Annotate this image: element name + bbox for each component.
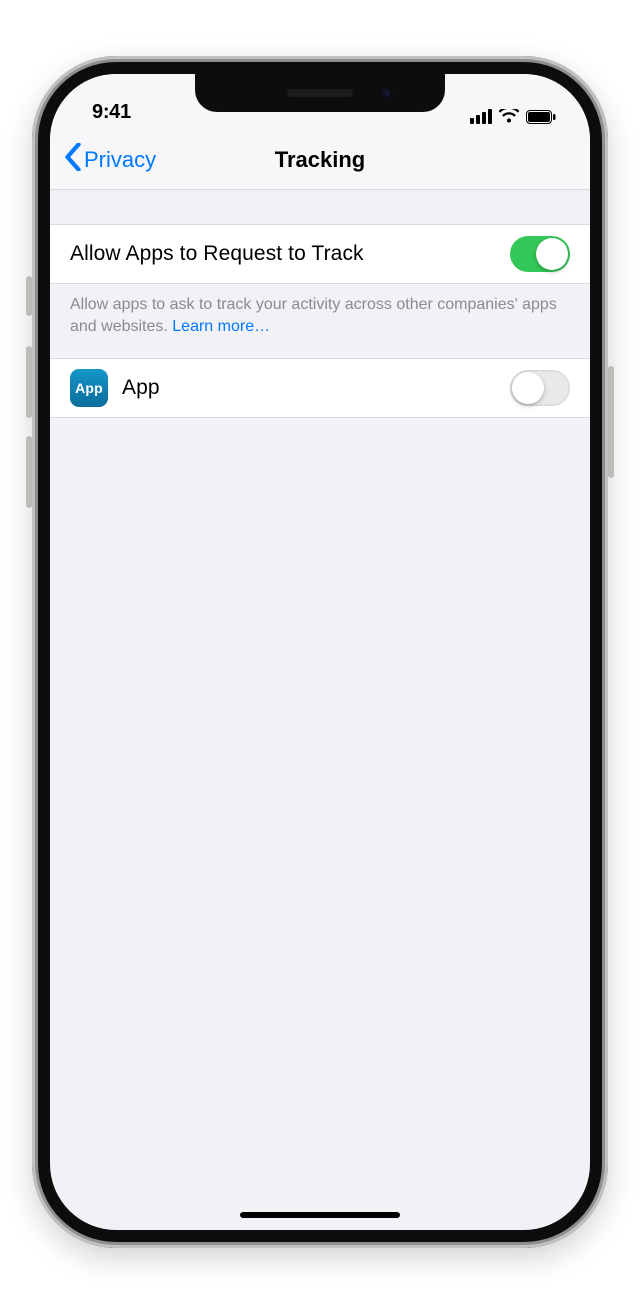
- app-tracking-row: App App: [50, 358, 590, 418]
- battery-icon: [526, 110, 556, 124]
- app-name-label: App: [122, 376, 496, 400]
- allow-apps-label: Allow Apps to Request to Track: [70, 242, 496, 266]
- nav-bar: Privacy Tracking: [50, 130, 590, 190]
- wifi-icon: [499, 109, 519, 124]
- app-icon: App: [70, 369, 108, 407]
- allow-apps-to-request-row: Allow Apps to Request to Track: [50, 224, 590, 284]
- notch: [195, 74, 445, 112]
- phone-frame: 9:41 Privacy: [32, 56, 608, 1248]
- app-tracking-toggle[interactable]: [510, 370, 570, 406]
- back-label: Privacy: [84, 147, 156, 173]
- footer-text: Allow apps to ask to track your activity…: [70, 296, 557, 335]
- page-title: Tracking: [275, 147, 365, 173]
- status-time: 9:41: [92, 101, 131, 124]
- power-button: [608, 366, 614, 478]
- volume-up-button: [26, 346, 32, 418]
- content: Allow Apps to Request to Track Allow app…: [50, 190, 590, 418]
- volume-down-button: [26, 436, 32, 508]
- cellular-icon: [470, 109, 492, 124]
- chevron-left-icon: [64, 143, 82, 177]
- back-button[interactable]: Privacy: [58, 130, 162, 189]
- home-indicator[interactable]: [240, 1212, 400, 1218]
- front-camera: [379, 86, 393, 100]
- allow-apps-footer: Allow apps to ask to track your activity…: [50, 284, 590, 358]
- device-stage: 9:41 Privacy: [0, 0, 640, 1304]
- allow-apps-toggle[interactable]: [510, 236, 570, 272]
- mute-switch: [26, 276, 32, 316]
- status-indicators: [470, 109, 556, 124]
- learn-more-link[interactable]: Learn more…: [172, 318, 270, 335]
- screen: 9:41 Privacy: [50, 74, 590, 1230]
- speaker-grille: [287, 89, 353, 97]
